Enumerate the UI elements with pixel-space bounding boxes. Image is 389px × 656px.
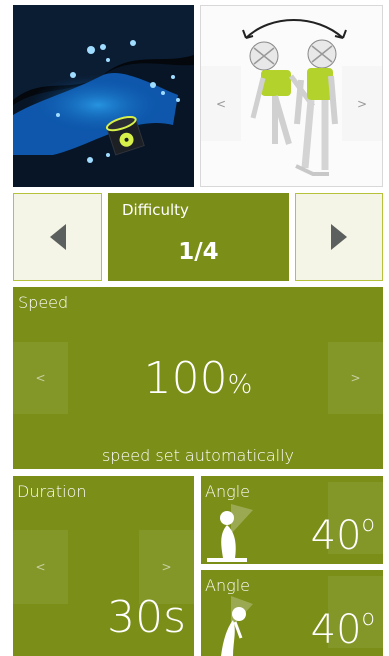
- angle-2-value-display: 40o: [310, 607, 375, 653]
- preview-next-button[interactable]: >: [342, 66, 382, 141]
- speed-note: speed set automatically: [101, 446, 295, 465]
- bend-posture-icon: [221, 596, 253, 656]
- triangle-left-icon: [49, 224, 66, 250]
- speed-value-display: 100%: [13, 357, 383, 401]
- speed-unit: %: [227, 370, 253, 400]
- angle-panel-2: Angle 40o: [201, 570, 383, 656]
- lean-posture-icon: [207, 504, 253, 562]
- angle-2-label: Angle: [205, 576, 250, 595]
- difficulty-label: Difficulty: [122, 201, 189, 219]
- angle-2-value: 40: [310, 607, 362, 653]
- duration-decrease-label: <: [35, 560, 46, 574]
- angle-1-unit: o: [361, 512, 375, 537]
- game-scene-image: [13, 5, 194, 187]
- duration-increase-label: >: [161, 560, 172, 574]
- duration-panel: Duration < > 30s: [13, 476, 194, 656]
- exercise-preview: < >: [200, 5, 383, 187]
- speed-label: Speed: [18, 293, 69, 312]
- angle-2-unit: o: [361, 606, 375, 631]
- difficulty-value: 1/4: [178, 239, 219, 265]
- triangle-right-icon: [331, 224, 347, 250]
- speed-value: 100: [143, 353, 228, 404]
- preview-prev-label: <: [215, 96, 227, 111]
- angle-1-value-display: 40o: [310, 513, 375, 559]
- difficulty-next-button[interactable]: [295, 193, 383, 281]
- preview-next-label: >: [356, 96, 368, 111]
- angle-1-value: 40: [310, 513, 362, 559]
- speed-panel: Speed < > 100% speed set automatically: [13, 287, 383, 469]
- duration-decrease-button[interactable]: <: [13, 530, 68, 604]
- difficulty-panel: Difficulty 1/4: [108, 193, 289, 281]
- duration-label: Duration: [17, 482, 87, 501]
- angle-panel-1: Angle 40o: [201, 476, 383, 564]
- angle-1-label: Angle: [205, 482, 250, 501]
- difficulty-prev-button[interactable]: [13, 193, 102, 281]
- duration-value: 30s: [107, 592, 186, 643]
- preview-prev-button[interactable]: <: [201, 66, 241, 141]
- game-scene-preview[interactable]: [13, 5, 194, 187]
